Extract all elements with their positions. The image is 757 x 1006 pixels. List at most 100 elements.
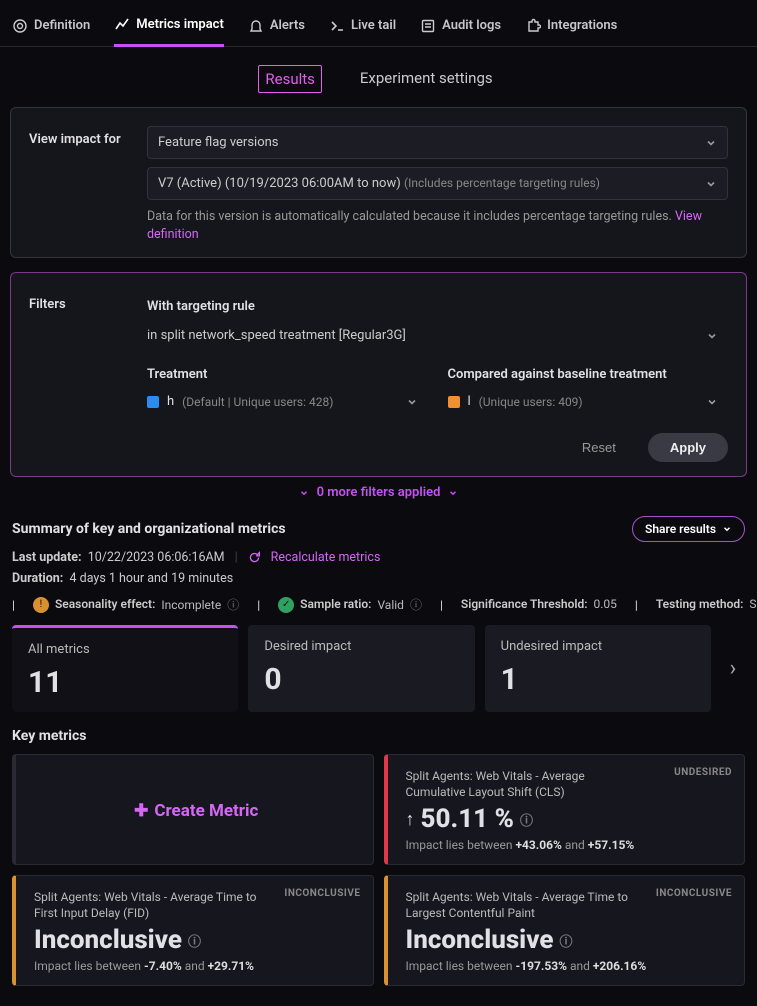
treatment-meta: (Default | Unique users: 428): [182, 395, 333, 409]
status-badge: INCONCLUSIVE: [284, 888, 360, 899]
tab-value: 0: [264, 662, 458, 697]
info-icon[interactable]: ⓘ: [559, 931, 572, 950]
targeting-rule-select[interactable]: in split network_speed treatment [Regula…: [147, 320, 728, 351]
sub-nav: Results Experiment settings: [0, 47, 757, 107]
nav-alerts[interactable]: Alerts: [248, 18, 305, 46]
baseline-select[interactable]: l (Unique users: 409): [448, 388, 729, 415]
tab-experiment-settings[interactable]: Experiment settings: [354, 65, 499, 93]
card-range: Impact lies between -197.53% and +206.16…: [406, 959, 731, 973]
plus-icon: ✚: [134, 801, 148, 821]
chevron-down-icon: [705, 137, 717, 149]
chip-testing-method: Testing method: Sequential testing: [656, 597, 757, 611]
arrow-up-icon: ↑: [406, 809, 415, 830]
chevron-right-icon: ›: [730, 656, 737, 681]
chevron-down-icon: [299, 488, 309, 498]
refresh-icon: [248, 551, 261, 564]
info-icon[interactable]: ⓘ: [188, 931, 201, 950]
apply-button[interactable]: Apply: [648, 433, 728, 462]
chip-significance: Significance Threshold: 0.05: [461, 597, 617, 611]
card-title: Split Agents: Web Vitals - Average Cumul…: [406, 769, 633, 800]
terminal-icon: [329, 18, 345, 34]
chevron-down-icon: [722, 524, 732, 534]
card-value: Inconclusive: [406, 925, 554, 955]
nav-label: Integrations: [547, 18, 617, 33]
more-filters-label: 0 more filters applied: [317, 485, 441, 500]
recalculate-link[interactable]: Recalculate metrics: [271, 550, 381, 565]
nav-label: Live tail: [351, 18, 396, 33]
info-icon[interactable]: ⓘ: [520, 810, 533, 829]
chevron-down-icon: [448, 488, 458, 498]
puzzle-icon: [525, 18, 541, 34]
metric-cards: ✚ Create Metric UNDESIRED Split Agents: …: [0, 754, 757, 1006]
top-nav: Definition Metrics impact Alerts Live ta…: [0, 0, 757, 47]
card-value: Inconclusive: [34, 925, 182, 955]
view-impact-label: View impact for: [29, 126, 129, 147]
list-icon: [420, 18, 436, 34]
swatch-icon: [448, 396, 460, 408]
tab-undesired-impact[interactable]: Undesired impact 1: [485, 625, 711, 712]
chevron-down-icon: [406, 396, 418, 408]
targeting-rule-label: With targeting rule: [147, 299, 728, 314]
tab-value: 1: [501, 662, 695, 697]
duration-value: 4 days 1 hour and 19 minutes: [70, 571, 234, 586]
filters-panel: Filters With targeting rule in split net…: [10, 272, 747, 477]
nav-label: Alerts: [270, 18, 305, 33]
status-badge: UNDESIRED: [674, 767, 732, 778]
status-badge: INCONCLUSIVE: [656, 888, 732, 899]
tab-desired-impact[interactable]: Desired impact 0: [248, 625, 474, 712]
treatment-label: Treatment: [147, 367, 428, 382]
version-select[interactable]: V7 (Active) (10/19/2023 06:00AM to now) …: [147, 167, 728, 200]
baseline-label: Compared against baseline treatment: [448, 367, 729, 382]
nav-integrations[interactable]: Integrations: [525, 18, 617, 46]
metric-tabs: All metrics 11 Desired impact 0 Undesire…: [0, 625, 757, 712]
tab-results[interactable]: Results: [258, 65, 322, 93]
card-range: Impact lies between +43.06% and +57.15%: [406, 838, 731, 852]
tabs-next-button[interactable]: ›: [721, 625, 745, 712]
key-metrics-title: Key metrics: [0, 712, 757, 754]
reset-button[interactable]: Reset: [560, 433, 638, 462]
filters-label: Filters: [29, 291, 129, 312]
chip-seasonality: ! Seasonality effect: Incomplete ⓘ: [33, 596, 239, 613]
card-range: Impact lies between -7.40% and +29.71%: [34, 959, 359, 973]
nav-definition[interactable]: Definition: [12, 18, 90, 46]
version-hint: Data for this version is automatically c…: [147, 208, 728, 243]
select-value: in split network_speed treatment [Regula…: [147, 328, 406, 343]
chart-icon: [114, 16, 130, 32]
baseline-meta: (Unique users: 409): [479, 395, 583, 409]
nav-audit-logs[interactable]: Audit logs: [420, 18, 501, 46]
tab-label: Undesired impact: [501, 639, 695, 654]
select-value: V7 (Active) (10/19/2023 06:00AM to now): [158, 176, 401, 191]
swatch-icon: [147, 396, 159, 408]
status-chips: | ! Seasonality effect: Incomplete ⓘ | ✓…: [0, 592, 757, 625]
nav-label: Definition: [34, 18, 90, 33]
baseline-name: l: [468, 394, 471, 409]
create-metric-card[interactable]: ✚ Create Metric: [12, 754, 374, 865]
nav-metrics-impact[interactable]: Metrics impact: [114, 16, 224, 47]
create-label: Create Metric: [154, 801, 258, 821]
info-icon[interactable]: ⓘ: [227, 596, 239, 613]
feature-flag-select[interactable]: Feature flag versions: [147, 126, 728, 159]
chevron-down-icon: [706, 330, 718, 342]
bell-icon: [248, 18, 264, 34]
duration-label: Duration:: [12, 571, 63, 586]
target-icon: [12, 18, 28, 34]
tab-all-metrics[interactable]: All metrics 11: [12, 625, 238, 712]
select-value: Feature flag versions: [158, 135, 279, 150]
treatment-name: h: [167, 394, 174, 409]
tab-value: 11: [28, 665, 222, 700]
more-filters-toggle[interactable]: 0 more filters applied: [0, 485, 757, 500]
chevron-down-icon: [705, 178, 717, 190]
card-title: Split Agents: Web Vitals - Average Time …: [34, 890, 261, 921]
tab-label: Desired impact: [264, 639, 458, 654]
treatment-select[interactable]: h (Default | Unique users: 428): [147, 388, 428, 415]
info-icon[interactable]: ⓘ: [410, 596, 422, 613]
tab-label: All metrics: [28, 642, 222, 657]
nav-live-tail[interactable]: Live tail: [329, 18, 396, 46]
share-results-button[interactable]: Share results: [632, 516, 745, 542]
summary-title: Summary of key and organizational metric…: [12, 521, 286, 537]
metric-card-cls[interactable]: UNDESIRED Split Agents: Web Vitals - Ave…: [384, 754, 746, 865]
card-title: Split Agents: Web Vitals - Average Time …: [406, 890, 633, 921]
view-impact-panel: View impact for Feature flag versions V7…: [10, 107, 747, 258]
share-label: Share results: [645, 522, 716, 536]
warning-icon: !: [33, 597, 49, 613]
